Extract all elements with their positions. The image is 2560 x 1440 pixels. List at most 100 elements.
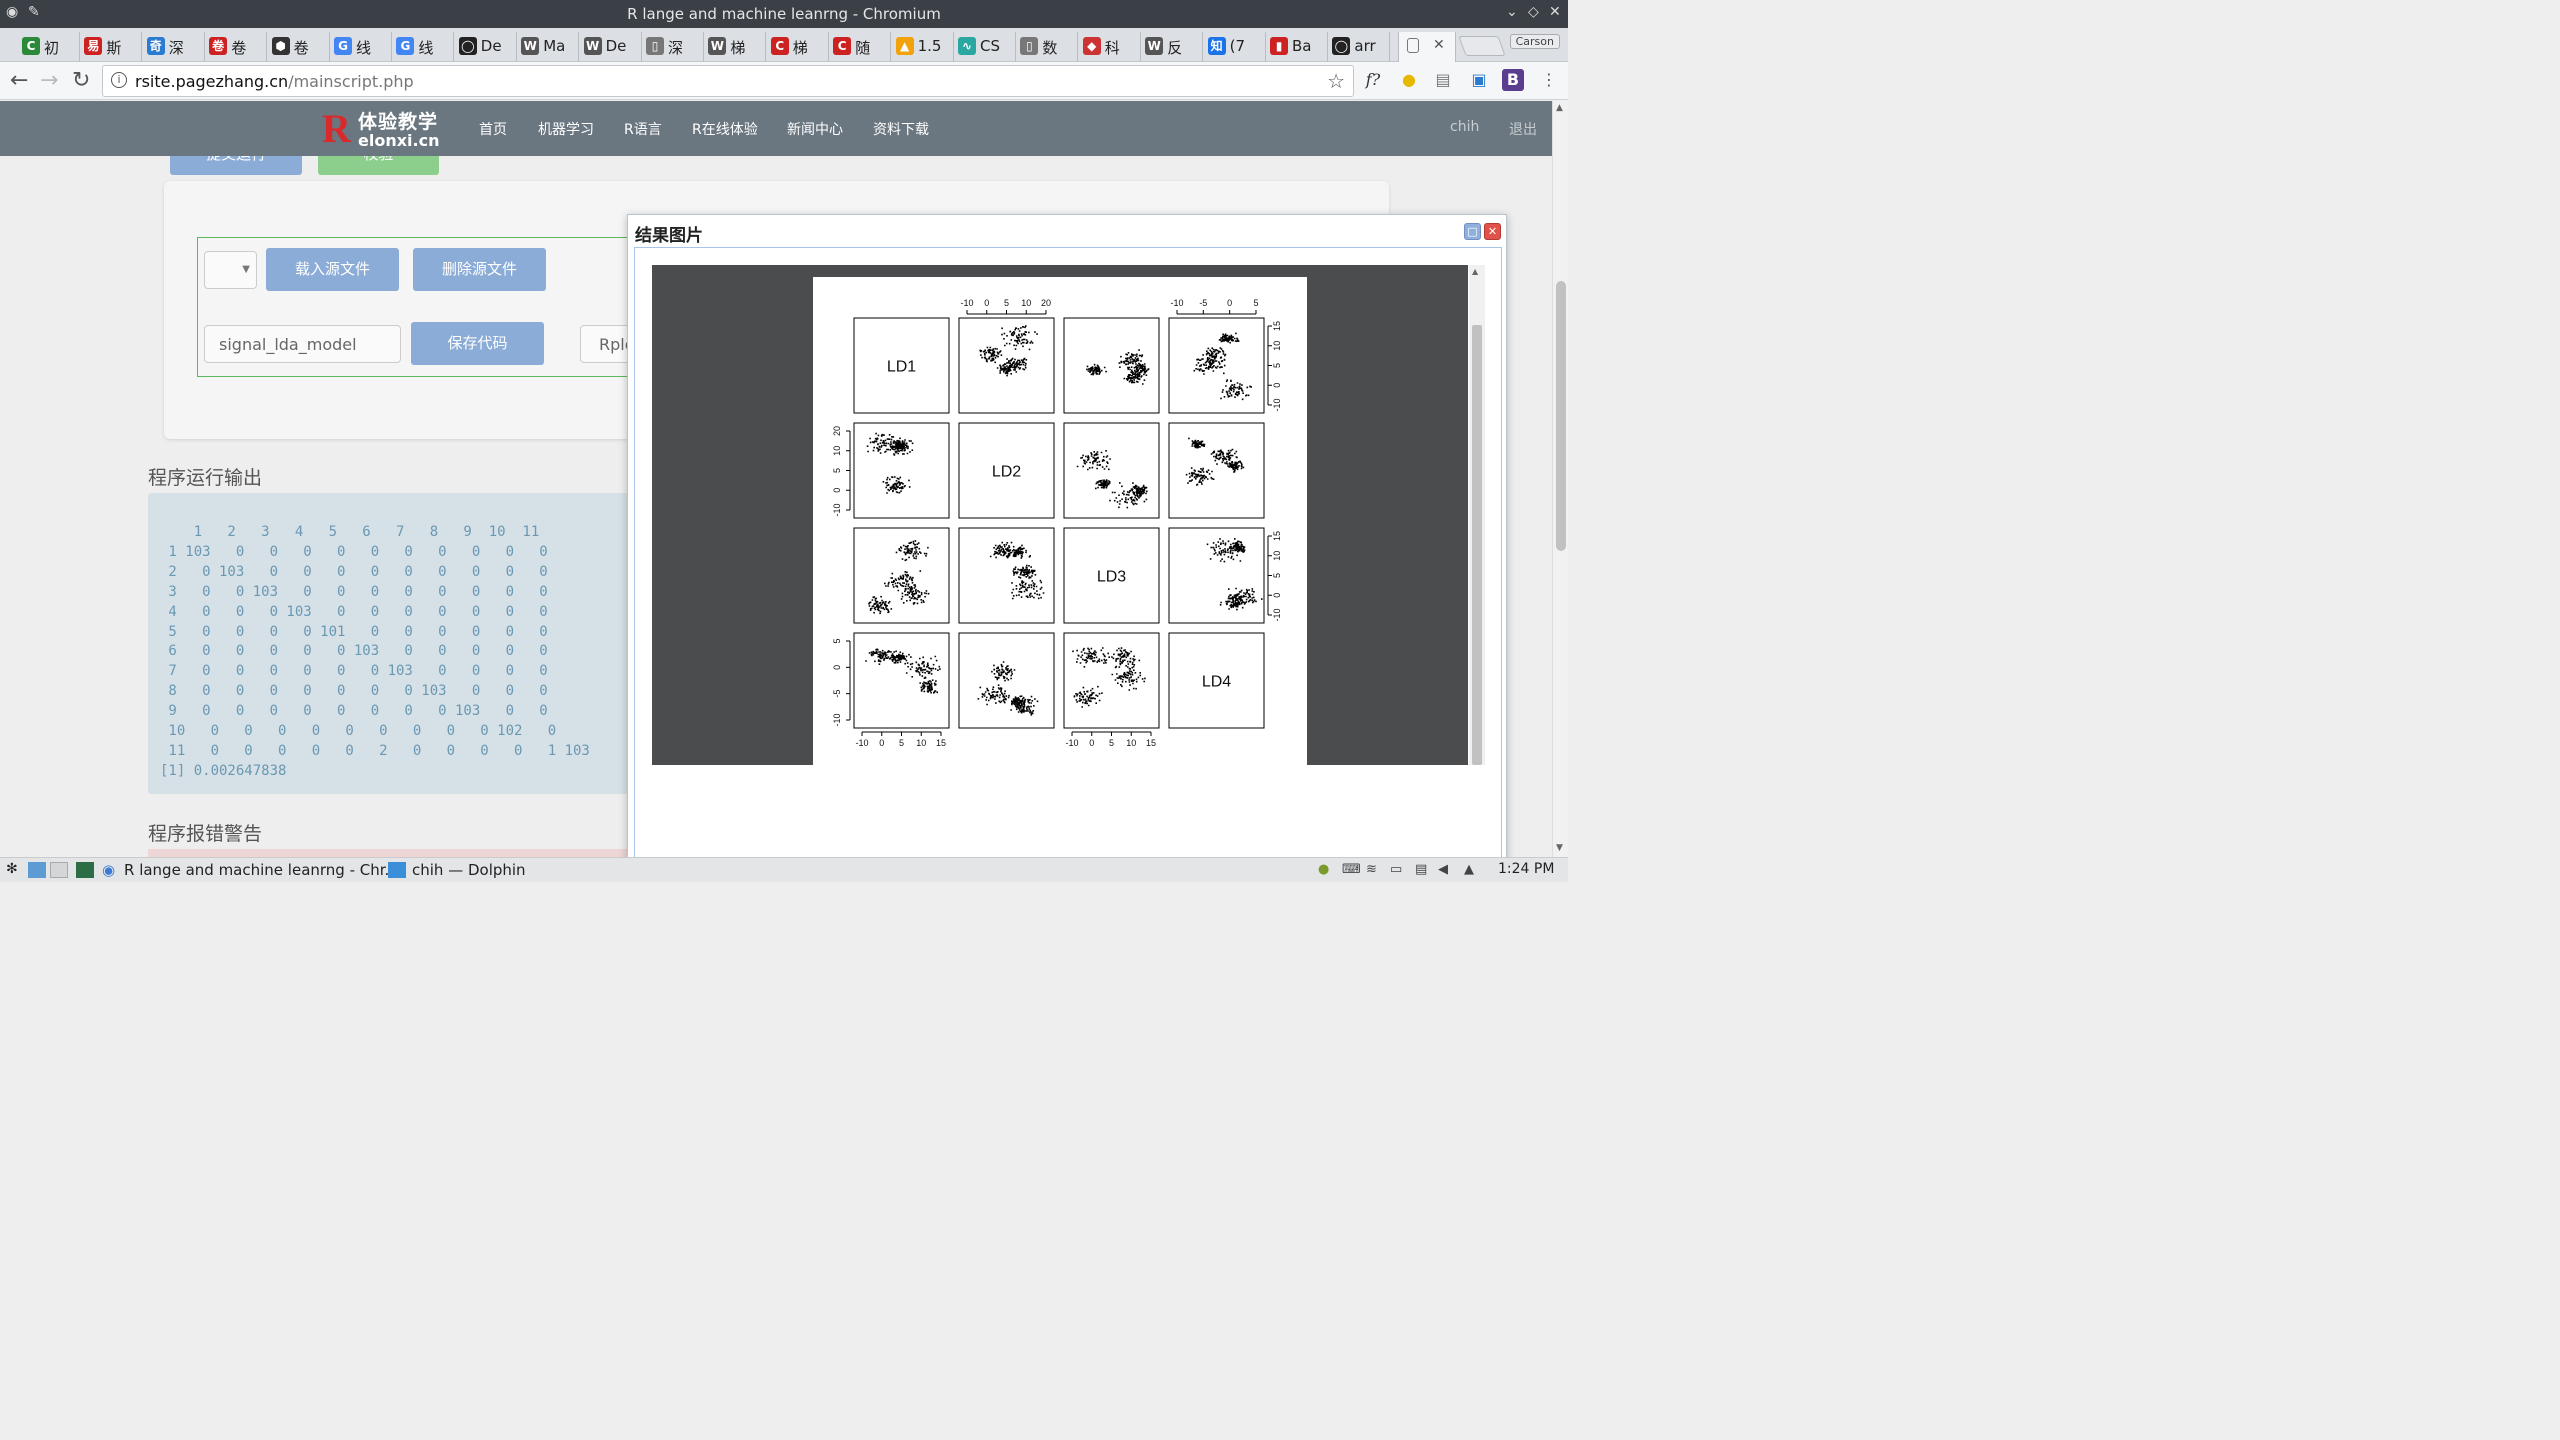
- desktop-pager-1[interactable]: [28, 862, 46, 878]
- tab-11[interactable]: W梯: [700, 32, 767, 62]
- task-chromium[interactable]: R lange and machine leanrng - Chr...: [124, 861, 399, 879]
- minimize-icon[interactable]: ⌄: [1506, 4, 1518, 20]
- document-extension-icon[interactable]: ▤: [1432, 69, 1454, 91]
- tab-7[interactable]: ◯ De: [451, 32, 517, 62]
- left-axis-row2-label-4: -10: [832, 503, 842, 516]
- tab-21[interactable]: ◯ arr: [1324, 32, 1391, 62]
- desktop-pager-2[interactable]: [50, 862, 68, 878]
- b-extension-icon[interactable]: B: [1502, 69, 1524, 91]
- maximize-icon[interactable]: ◇: [1528, 4, 1539, 20]
- system-monitor-icon[interactable]: [76, 862, 94, 878]
- battery-tray-icon[interactable]: ▭: [1390, 862, 1402, 877]
- delete-source-button[interactable]: 删除源文件: [413, 248, 546, 291]
- tab-18[interactable]: W反: [1137, 32, 1204, 62]
- tab-10[interactable]: ▯ 深: [638, 32, 704, 62]
- window-extension-icon[interactable]: ▣: [1468, 69, 1490, 91]
- menu-news[interactable]: 新闻中心: [787, 119, 843, 139]
- address-bar[interactable]: i rsite.pagezhang.cn/mainscript.php ☆: [102, 65, 1354, 97]
- page-scrollbar[interactable]: ▲ ▼: [1552, 101, 1568, 857]
- left-axis-row4-label-3: -10: [832, 713, 842, 726]
- volume-tray-icon[interactable]: ◀: [1438, 862, 1448, 877]
- tab-13[interactable]: C随: [825, 32, 892, 62]
- menu-kebab-icon[interactable]: ⋮: [1538, 69, 1560, 91]
- tab-3[interactable]: 卷卷: [201, 32, 268, 62]
- dialog-scroll-up-icon[interactable]: ▲: [1472, 267, 1478, 276]
- menu-home[interactable]: 首页: [479, 119, 507, 139]
- tab-14[interactable]: ▲ 1.5: [888, 32, 954, 62]
- scroll-down-icon[interactable]: ▼: [1556, 843, 1563, 853]
- bookmark-star-icon[interactable]: ☆: [1327, 69, 1345, 93]
- close-window-icon[interactable]: ✕: [1549, 4, 1561, 20]
- tab-4[interactable]: ⬢ 卷: [264, 32, 330, 62]
- new-tab-button[interactable]: [1458, 36, 1506, 56]
- tab-16[interactable]: ▯ 数: [1012, 32, 1079, 62]
- info-icon[interactable]: i: [111, 72, 127, 88]
- menu-downloads[interactable]: 资料下载: [873, 119, 929, 139]
- menu-r[interactable]: R语言: [624, 119, 662, 139]
- keyboard-tray-icon[interactable]: ⌨: [1342, 862, 1361, 877]
- tab-5[interactable]: G线: [326, 32, 392, 62]
- dialog-close-button[interactable]: ✕: [1484, 223, 1501, 240]
- scroll-up-icon[interactable]: ▲: [1556, 103, 1563, 113]
- clock[interactable]: 1:24 PM: [1498, 861, 1554, 877]
- tab-favicon: 奇: [146, 37, 165, 55]
- site-logo[interactable]: R 体验教学 elonxi.cn: [322, 105, 452, 151]
- tab-label: 深: [168, 39, 184, 57]
- tab-20[interactable]: ▮ Ba: [1262, 32, 1328, 62]
- dialog-maximize-button[interactable]: □: [1464, 223, 1481, 240]
- panel-1-0: [853, 422, 950, 519]
- tab-0[interactable]: C初: [14, 32, 80, 62]
- tab-active[interactable]: ✕: [1398, 32, 1456, 62]
- file-select[interactable]: ▼: [204, 251, 257, 289]
- apple-tray-icon[interactable]: ●: [1318, 862, 1329, 877]
- tab-15[interactable]: ∿ CS: [950, 32, 1016, 62]
- bottom-axis-col1-label-4: 15: [936, 738, 946, 748]
- bottom-axis-col1-label-2: 5: [899, 738, 904, 748]
- window-title: R lange and machine leanrng - Chromium: [627, 5, 941, 23]
- forward-icon[interactable]: →: [40, 68, 58, 93]
- panel-1-3: [1168, 422, 1265, 519]
- site-navbar: R 体验教学 elonxi.cn 首页 机器学习 R语言 R在线体验 新闻中心 …: [0, 101, 1552, 156]
- back-icon[interactable]: ←: [10, 68, 28, 93]
- tab-favicon: W: [583, 37, 602, 55]
- menu-ml[interactable]: 机器学习: [538, 119, 594, 139]
- load-source-button[interactable]: 载入源文件: [266, 248, 399, 291]
- tab-19[interactable]: 知 (7: [1200, 32, 1266, 62]
- username[interactable]: chih: [1450, 119, 1479, 135]
- dialog-scroll-thumb[interactable]: [1472, 325, 1482, 765]
- formula-extension-icon[interactable]: f?: [1362, 69, 1384, 91]
- tab-12[interactable]: C梯: [763, 32, 829, 62]
- panel-2-3: [1168, 527, 1265, 624]
- url-text: rsite.pagezhang.cn/mainscript.php: [135, 72, 414, 91]
- tab-favicon: C: [770, 37, 789, 55]
- kde-menu-icon[interactable]: ✻: [6, 861, 18, 877]
- task-dolphin[interactable]: chih — Dolphin: [412, 861, 526, 879]
- dialog-scrollbar[interactable]: ▲: [1469, 265, 1485, 765]
- tab-favicon: ▯: [1020, 37, 1039, 55]
- script-name-input[interactable]: signal_lda_model: [204, 325, 401, 363]
- tab-8[interactable]: W Ma: [513, 32, 580, 62]
- dialog-body: LD1 LD2 LD3 LD4 -10 0 5 10 20 -10 -5 0 5 -10 0 5 10 15 -10…: [634, 247, 1502, 857]
- tab-2[interactable]: 奇深: [139, 32, 205, 62]
- coin-extension-icon[interactable]: ●: [1398, 69, 1420, 91]
- logout-link[interactable]: 退出: [1509, 119, 1537, 139]
- errors-heading: 程序报错警告: [148, 823, 263, 845]
- tab-1[interactable]: 易斯: [76, 32, 143, 62]
- tab-17[interactable]: ◆ 科: [1075, 32, 1141, 62]
- profile-button[interactable]: Carson: [1509, 34, 1560, 49]
- tray-expand-icon[interactable]: ▲: [1464, 862, 1474, 877]
- tab-favicon: ▲: [895, 37, 914, 55]
- tab-6[interactable]: G线: [388, 32, 455, 62]
- reload-icon[interactable]: ↻: [72, 68, 90, 93]
- tab-9[interactable]: W De: [576, 32, 642, 62]
- tab-close-icon[interactable]: ✕: [1433, 37, 1445, 53]
- tab-label: 线: [418, 39, 434, 57]
- bottom-axis-col3-label-4: 15: [1146, 738, 1156, 748]
- tab-favicon: G: [396, 37, 415, 55]
- right-axis-row3-label-1: 10: [1272, 551, 1282, 561]
- scroll-thumb[interactable]: [1556, 281, 1566, 551]
- wifi-tray-icon[interactable]: ≋: [1366, 862, 1377, 877]
- save-code-button[interactable]: 保存代码: [411, 322, 544, 365]
- menu-r-online[interactable]: R在线体验: [692, 119, 758, 139]
- clipboard-tray-icon[interactable]: ▤: [1415, 862, 1427, 877]
